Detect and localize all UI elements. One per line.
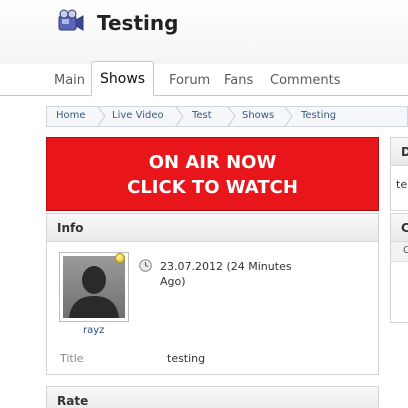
info-panel: Info rayz 23.07.2012 (24 Minutes Ago) Ti… — [46, 213, 379, 375]
on-air-watch-button[interactable]: ON AIR NOW CLICK TO WATCH — [46, 137, 379, 211]
breadcrumb-separator-icon — [175, 107, 184, 126]
right-panel-1-text: te — [396, 178, 408, 191]
show-datetime: 23.07.2012 (24 Minutes Ago) — [160, 259, 310, 289]
title-label: Title — [60, 352, 84, 365]
tab-bar: Main Shows Forum Fans Comments — [0, 61, 408, 97]
tab-comments[interactable]: Comments — [270, 73, 340, 88]
tab-shows[interactable]: Shows — [91, 61, 155, 97]
tab-main[interactable]: Main — [54, 73, 85, 88]
datetime-line-2: Ago) — [160, 275, 186, 288]
right-panel-2-row[interactable]: C — [391, 242, 408, 262]
on-air-line: ON AIR NOW — [148, 152, 277, 173]
page-title: Testing — [97, 11, 179, 35]
click-to-watch-line: CLICK TO WATCH — [127, 177, 298, 198]
right-panel-2: C C — [390, 213, 408, 323]
right-panel-1-heading: D — [391, 138, 408, 166]
page-header: Testing — [0, 0, 408, 64]
right-panel-description: D te — [390, 137, 408, 211]
info-heading: Info — [47, 214, 378, 242]
online-status-icon — [115, 253, 125, 263]
tab-forum[interactable]: Forum — [169, 73, 210, 88]
breadcrumb-separator-icon — [227, 107, 236, 126]
breadcrumb-separator-icon — [284, 107, 293, 126]
breadcrumb-home[interactable]: Home — [56, 110, 86, 121]
datetime-line-1: 23.07.2012 (24 Minutes — [160, 260, 292, 273]
video-camera-icon — [58, 9, 84, 31]
right-panel-2-heading: C — [391, 214, 408, 242]
clock-icon — [139, 259, 152, 272]
breadcrumb-separator-icon — [97, 107, 106, 126]
rate-panel: Rate — [46, 386, 379, 408]
breadcrumb-shows[interactable]: Shows — [242, 110, 274, 121]
user-silhouette-icon — [69, 266, 119, 318]
breadcrumb: Home Live Video Test Shows Testing — [46, 106, 408, 127]
tab-fans[interactable]: Fans — [224, 73, 253, 88]
breadcrumb-test[interactable]: Test — [192, 110, 212, 121]
breadcrumb-testing: Testing — [301, 110, 337, 121]
rate-heading: Rate — [47, 387, 378, 408]
username-link[interactable]: rayz — [83, 325, 104, 336]
breadcrumb-live-video[interactable]: Live Video — [112, 110, 164, 121]
title-value: testing — [167, 352, 206, 365]
